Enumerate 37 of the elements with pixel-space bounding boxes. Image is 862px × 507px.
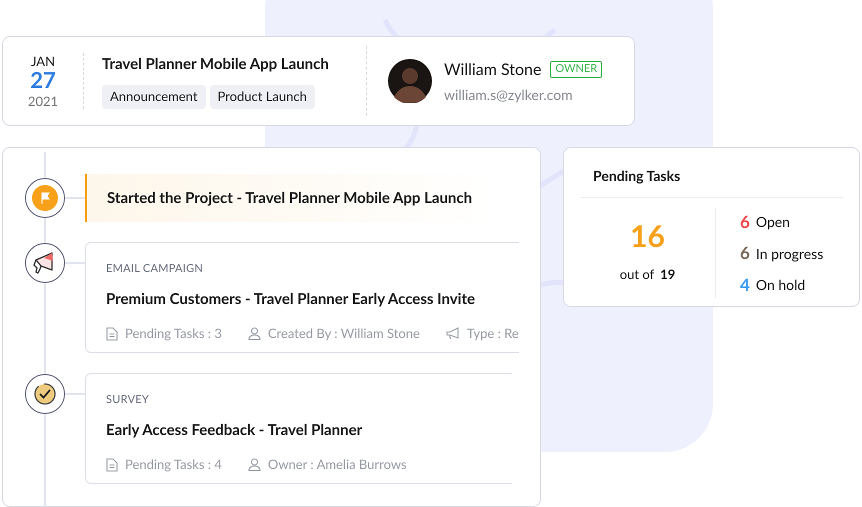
milestone-title: Started the Project - Travel Planner Mobile App Launch bbox=[107, 188, 472, 209]
document-icon bbox=[106, 458, 118, 472]
person-icon bbox=[248, 458, 261, 472]
out-of-label: out of bbox=[620, 265, 654, 284]
activity-title: Early Access Feedback - Travel Planner bbox=[106, 420, 364, 440]
pending-title: Pending Tasks bbox=[593, 166, 682, 186]
owner-email: william.s@zylker.com bbox=[444, 84, 574, 104]
tag: Announcement bbox=[102, 84, 206, 109]
activity-meta: Owner : Amelia Burrows bbox=[268, 455, 407, 474]
event-month: JAN bbox=[30, 54, 56, 68]
status-count: 6 bbox=[740, 210, 750, 234]
document-icon bbox=[106, 326, 118, 341]
event-day: 27 bbox=[30, 68, 56, 90]
person-icon bbox=[248, 327, 261, 340]
status-label: In progress bbox=[756, 244, 824, 264]
pending-count: 16 bbox=[630, 221, 665, 252]
activity-meta: Pending Tasks : 3 bbox=[125, 324, 222, 343]
status-label: Open bbox=[756, 212, 790, 232]
event-title: Travel Planner Mobile App Launch bbox=[102, 54, 330, 76]
activity-meta: Pending Tasks : 4 bbox=[125, 455, 222, 474]
owner-badge: OWNER bbox=[550, 61, 602, 78]
avatar bbox=[388, 59, 432, 103]
status-label: On hold bbox=[756, 275, 806, 295]
event-year: 2021 bbox=[28, 94, 58, 108]
activity-category: SURVEY bbox=[106, 392, 150, 408]
tag: Product Launch bbox=[210, 84, 315, 109]
megaphone-icon bbox=[446, 327, 460, 340]
activity-meta: Type : Re bbox=[466, 324, 519, 343]
activity-title: Premium Customers - Travel Planner Early Access Invite bbox=[106, 288, 476, 310]
activity-meta: Created By : William Stone bbox=[268, 324, 420, 343]
flag-icon bbox=[32, 185, 58, 211]
owner-name: William Stone bbox=[444, 58, 542, 80]
status-count: 6 bbox=[740, 241, 750, 266]
activity-category: EMAIL CAMPAIGN bbox=[106, 261, 204, 277]
total-count: 19 bbox=[660, 265, 676, 284]
check-circle-icon bbox=[33, 382, 57, 406]
status-count: 4 bbox=[740, 272, 750, 297]
